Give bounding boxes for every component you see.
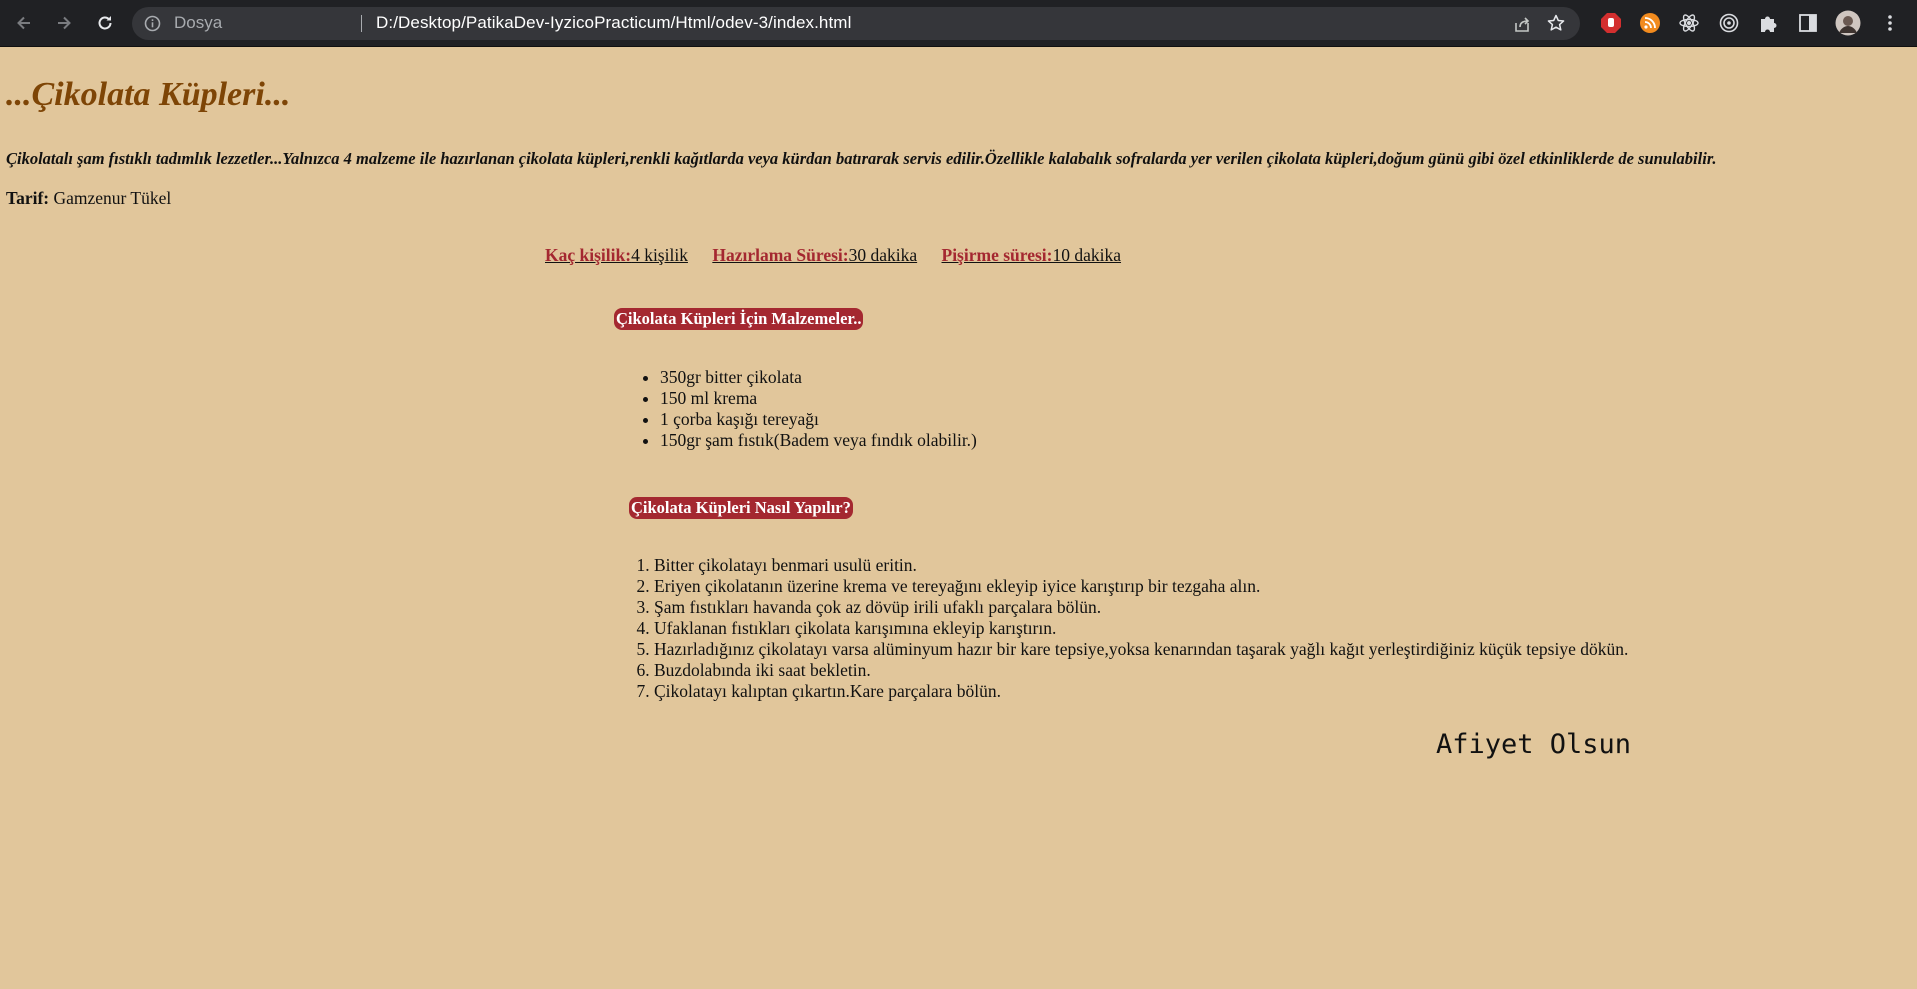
back-arrow-icon[interactable] bbox=[10, 9, 38, 37]
steps-heading: Çikolata Küpleri Nasıl Yapılır? bbox=[629, 497, 853, 519]
intro-text: Çikolatalı şam fıstıklı tadımlık lezzetl… bbox=[6, 149, 1717, 168]
side-panel-icon[interactable] bbox=[1794, 9, 1822, 37]
list-item: Şam fıstıkları havanda çok az dövüp iril… bbox=[654, 597, 1628, 618]
share-icon[interactable] bbox=[1512, 14, 1532, 39]
address-bar[interactable]: Dosya D:/Desktop/PatikaDev-IyzicoPractic… bbox=[132, 7, 1580, 40]
kebab-menu-icon[interactable] bbox=[1876, 9, 1904, 37]
scheme-label: Dosya bbox=[174, 13, 223, 32]
closing-text: Afiyet Olsun bbox=[1436, 729, 1632, 760]
steps-list: Bitter çikolatayı benmari usulü eritin. … bbox=[614, 555, 1628, 702]
reload-icon[interactable] bbox=[91, 9, 119, 37]
meta-label: Pişirme süresi: bbox=[941, 245, 1053, 265]
meta-value: 30 dakika bbox=[848, 245, 918, 265]
author-line: Tarif: Gamzenur Tükel bbox=[6, 188, 171, 209]
list-item: Bitter çikolatayı benmari usulü eritin. bbox=[654, 555, 1628, 576]
url-text[interactable]: D:/Desktop/PatikaDev-IyzicoPracticum/Htm… bbox=[376, 13, 851, 33]
list-item: Çikolatayı kalıptan çıkartın.Kare parçal… bbox=[654, 681, 1628, 702]
star-icon[interactable] bbox=[1546, 13, 1566, 38]
page-title: ...Çikolata Küpleri... bbox=[6, 76, 291, 113]
list-item: Ufaklanan fıstıkları çikolata karışımına… bbox=[654, 618, 1628, 639]
target-icon[interactable] bbox=[1715, 9, 1743, 37]
list-item: Eriyen çikolatanın üzerine krema ve tere… bbox=[654, 576, 1628, 597]
meta-servings: Kaç kişilik:4 kişilik bbox=[545, 245, 688, 266]
list-item: 350gr bitter çikolata bbox=[660, 367, 977, 388]
adblock-icon[interactable] bbox=[1597, 9, 1625, 37]
recipe-meta: Kaç kişilik:4 kişilik Hazırlama Süresi:3… bbox=[545, 245, 1141, 266]
react-devtools-icon[interactable] bbox=[1675, 9, 1703, 37]
list-item: 150 ml krema bbox=[660, 388, 977, 409]
ingredients-list: 350gr bitter çikolata 150 ml krema 1 çor… bbox=[620, 367, 977, 451]
meta-cook-time: Pişirme süresi:10 dakika bbox=[942, 245, 1122, 266]
profile-avatar[interactable] bbox=[1834, 9, 1862, 37]
browser-toolbar: Dosya D:/Desktop/PatikaDev-IyzicoPractic… bbox=[0, 0, 1917, 47]
author-name: Gamzenur Tükel bbox=[53, 188, 172, 208]
meta-value: 4 kişilik bbox=[631, 245, 688, 265]
ingredients-heading: Çikolata Küpleri İçin Malzemeler.. bbox=[614, 308, 864, 330]
meta-label: Hazırlama Süresi: bbox=[712, 245, 849, 265]
meta-label: Kaç kişilik: bbox=[545, 245, 632, 265]
list-item: Hazırladığınız çikolatayı varsa alüminyu… bbox=[654, 639, 1628, 660]
author-label: Tarif: bbox=[6, 188, 50, 208]
page-content: ...Çikolata Küpleri... Çikolatalı şam fı… bbox=[0, 47, 1917, 989]
info-icon[interactable] bbox=[144, 15, 161, 37]
meta-value: 10 dakika bbox=[1052, 245, 1122, 265]
meta-prep-time: Hazırlama Süresi:30 dakika bbox=[712, 245, 917, 266]
forward-arrow-icon[interactable] bbox=[50, 9, 78, 37]
puzzle-icon[interactable] bbox=[1754, 9, 1782, 37]
omnibox-divider bbox=[361, 15, 362, 32]
list-item: 150gr şam fıstık(Badem veya fındık olabi… bbox=[660, 430, 977, 451]
list-item: Buzdolabında iki saat bekletin. bbox=[654, 660, 1628, 681]
rss-icon[interactable] bbox=[1636, 9, 1664, 37]
list-item: 1 çorba kaşığı tereyağı bbox=[660, 409, 977, 430]
